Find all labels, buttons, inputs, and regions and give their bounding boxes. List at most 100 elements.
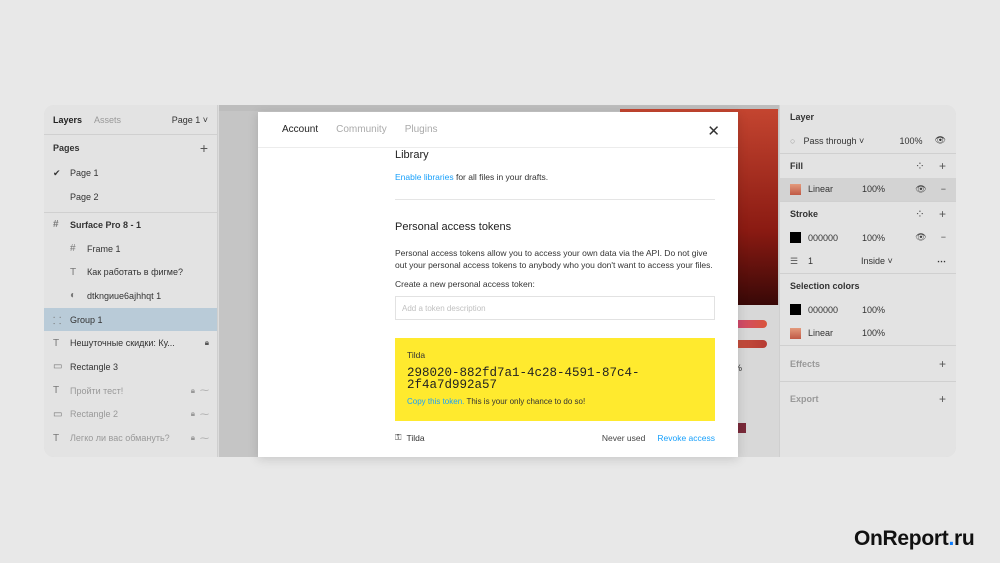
modal-body: Library Enable libraries for all files i… [395,148,715,443]
add-stroke-icon[interactable]: + [939,207,946,221]
layer-item[interactable]: T Как работать в фигме? [44,260,217,284]
add-export-icon[interactable]: + [939,392,946,406]
selection-color-value[interactable]: Linear [808,328,862,338]
stroke-opacity[interactable]: 100% [862,233,902,243]
add-page-icon[interactable]: + [200,140,208,156]
text-icon: T [70,266,77,278]
divider [395,199,715,200]
add-effect-icon[interactable]: + [939,357,946,371]
hidden-eye-icon[interactable]: ⁓ [200,433,209,444]
layer-item[interactable]: T Нешуточные скидки: Ку... 🔒︎ [44,331,217,355]
export-title: Export [790,394,819,404]
tab-plugins[interactable]: Plugins [405,124,438,135]
fill-swatch[interactable] [790,183,801,195]
group-icon: ⸬ [53,315,62,327]
page-selector[interactable]: Page 1 ˅ [172,115,208,125]
stroke-width[interactable]: 1 [808,256,861,266]
lock-icon[interactable]: 🔒︎ [191,409,195,419]
pat-title: Personal access tokens [395,221,512,233]
export-section: Export + [780,382,956,416]
remove-fill-icon[interactable]: − [941,184,946,195]
rectangle-icon: ▭ [53,408,63,420]
selection-color-opacity[interactable]: 100% [862,305,902,315]
lock-icon[interactable]: 🔒︎ [205,338,209,348]
add-fill-icon[interactable]: + [939,159,946,173]
color-swatch[interactable] [790,327,801,339]
left-tabs: Layers Assets Page 1 ˅ [44,105,217,135]
library-text: for all files in your drafts. [453,172,549,182]
selection-color-opacity[interactable]: 100% [862,328,902,338]
effects-title: Effects [790,359,821,369]
selection-colors-section: Selection colors 000000 100% Linear 100% [780,274,956,346]
checkmark-icon: ✔ [53,167,61,178]
lock-icon[interactable]: 🔒︎ [191,433,195,443]
layer-item[interactable]: ▭ Rectangle 3 [44,355,217,379]
fill-title: Fill [790,160,803,171]
stroke-align-select[interactable]: Inside ˅ [861,256,893,266]
new-token-box: Tilda 298020-882fd7a1-4c28-4591-87c4- 2f… [395,338,715,421]
page-label: Page 1 [70,168,99,178]
fill-opacity[interactable]: 100% [862,184,902,194]
layer-label: Rectangle 2 [70,409,119,420]
token-value-line: 2f4a7d992a57 [407,378,498,392]
brand-name: OnReport [854,527,949,550]
text-icon: T [53,337,60,349]
styles-grid-icon[interactable]: ⁘ [915,207,925,221]
layer-label: Rectangle 3 [70,361,119,372]
library-title: Library [395,149,429,161]
text-icon: T [53,432,60,444]
stroke-swatch[interactable] [790,232,801,244]
remove-stroke-icon[interactable]: − [941,232,946,243]
layer-item[interactable]: # Surface Pro 8 - 1 [44,213,217,237]
layer-label: Frame 1 [87,243,121,254]
eye-icon[interactable]: 👁︎ [935,135,946,146]
close-icon[interactable]: ✕ [707,122,720,140]
frame-icon: # [53,219,59,231]
hidden-eye-icon[interactable]: ⁓ [200,409,209,420]
pages-title: Pages [53,143,80,153]
layer-item-selected[interactable]: ⸬ Group 1 [44,307,217,332]
blend-mode-select[interactable]: Pass through ˅ [803,136,883,146]
lock-icon[interactable]: 🔒︎ [191,386,195,396]
pat-description: Personal access tokens allow you to acce… [395,248,713,270]
layer-item[interactable]: ◐ dtkngиuе6аjhhqt 1 [44,284,217,308]
token-description-input[interactable]: Add a token description [395,296,715,320]
copy-token-link[interactable]: Copy this token. [407,397,464,406]
selection-color-value[interactable]: 000000 [808,305,862,315]
tab-account[interactable]: Account [282,124,318,135]
layer-item[interactable]: T Легко ли вас обмануть? 🔒︎ ⁓ [44,426,217,450]
eye-icon[interactable]: 👁︎ [915,184,926,195]
layer-opacity[interactable]: 100% [900,136,923,146]
enable-libraries-link[interactable]: Enable libraries [395,172,454,182]
layers-panel: Layers Assets Page 1 ˅ Pages + ✔ Page 1 … [44,105,218,457]
rectangle-icon: ▭ [53,361,63,373]
revoke-access-link[interactable]: Revoke access [657,433,715,443]
stroke-color[interactable]: 000000 [808,233,862,243]
page-item-1[interactable]: ✔ Page 1 [44,161,217,185]
page-item-2[interactable]: Page 2 [44,185,217,209]
hidden-eye-icon[interactable]: ⁓ [200,385,209,396]
layer-item[interactable]: # Frame 1 [44,237,217,261]
page-label: Page 2 [70,192,99,202]
more-options-icon[interactable]: ⋯ [937,256,946,267]
token-usage: Never used [601,432,646,443]
eye-icon[interactable]: 👁︎ [915,232,926,243]
layer-item[interactable]: ▭ Rectangle 2 🔒︎ ⁓ [44,403,217,427]
fill-type[interactable]: Linear [808,184,862,194]
layer-item[interactable]: T Пройти тест! 🔒︎ ⁓ [44,379,217,403]
brand-tld: ru [953,527,975,550]
token-warning: This is your only chance to do so! [464,397,586,406]
styles-grid-icon[interactable]: ⁘ [915,159,925,173]
layer-label: Пройти тест! [70,385,124,396]
blend-icon: ○ [790,135,796,146]
token-value[interactable]: 298020-882fd7a1-4c28-4591-87c4- 2f4a7d99… [407,367,703,392]
tab-assets[interactable]: Assets [94,115,121,125]
layer-label: Нешуточные скидки: Ку... [70,338,175,349]
stroke-weight-icon: ☰ [790,255,799,266]
modal-tabs: Account Community Plugins [258,112,738,148]
tab-community[interactable]: Community [336,124,387,135]
color-swatch[interactable] [790,304,801,316]
tab-layers[interactable]: Layers [53,115,82,125]
frame-icon: # [70,243,76,255]
fill-section: Fill ⁘ + Linear 100% 👁︎ − [780,154,956,202]
